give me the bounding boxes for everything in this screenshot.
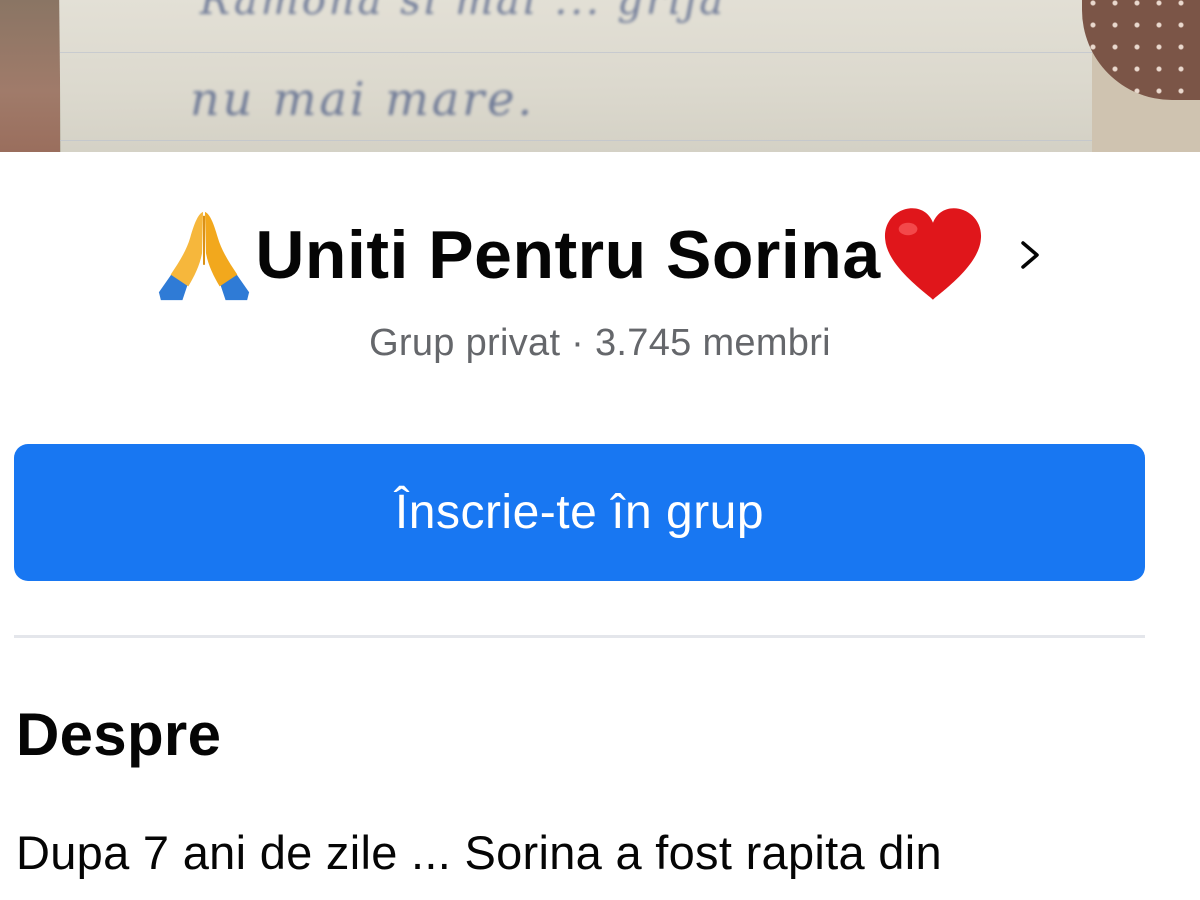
cover-photo-left-edge (0, 0, 60, 152)
group-title-row[interactable]: Uniti Pentru Sorina (0, 200, 1200, 310)
cover-photo[interactable]: Ramona si mai ... grija nu mai mare. (0, 0, 1200, 152)
about-heading: Despre (16, 701, 222, 768)
cover-handwriting-line: nu mai mare. (190, 72, 536, 126)
group-page: Ramona si mai ... grija nu mai mare. Uni… (0, 0, 1200, 900)
cover-handwriting-line: Ramona si mai ... grija (200, 0, 727, 24)
group-name[interactable]: Uniti Pentru Sorina (255, 216, 880, 294)
group-title[interactable]: Uniti Pentru Sorina (155, 206, 1044, 304)
cover-photo-ruled-line (60, 140, 1100, 141)
join-group-button[interactable]: Înscrie-te în grup (14, 444, 1145, 581)
group-meta: Grup privat · 3.745 membri (369, 322, 831, 364)
cover-photo-ruled-line (60, 52, 1100, 53)
chevron-right-icon[interactable] (1015, 235, 1045, 275)
red-heart-icon (884, 208, 981, 300)
folded-hands-icon (159, 211, 250, 301)
about-description: Dupa 7 ani de zile ... Sorina a fost rap… (16, 826, 942, 879)
divider (14, 635, 1145, 638)
